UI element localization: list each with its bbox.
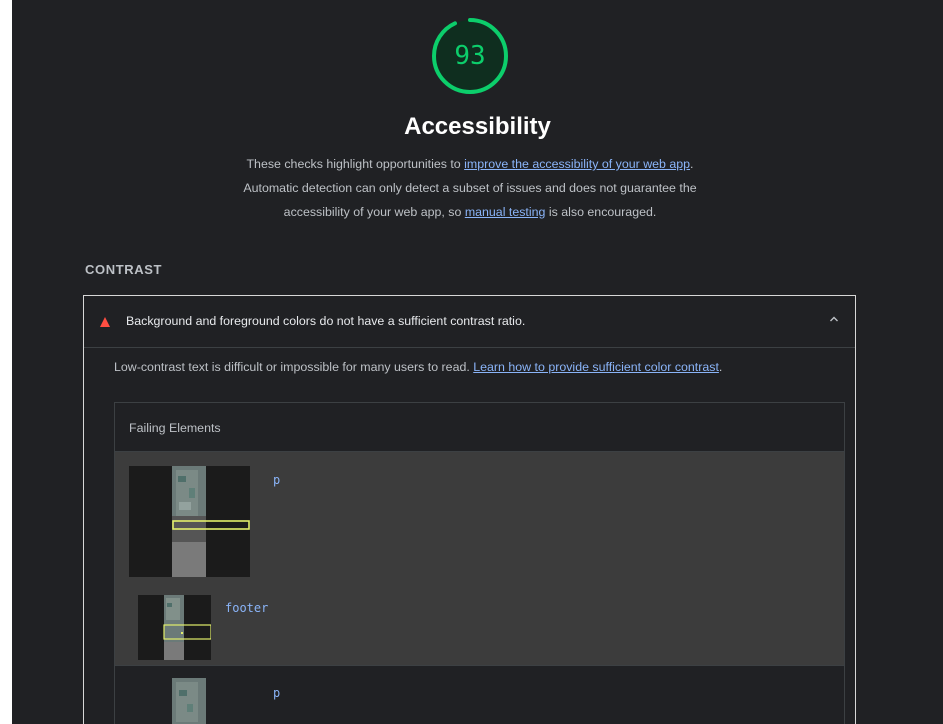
- manual-testing-link[interactable]: manual testing: [465, 205, 546, 219]
- element-screenshot-thumbnail[interactable]: [129, 678, 250, 724]
- chevron-up-icon[interactable]: [827, 312, 841, 326]
- category-desc-text-1: These checks highlight opportunities to: [246, 157, 465, 171]
- element-screenshot-thumbnail[interactable]: [129, 466, 250, 577]
- node-label[interactable]: footer: [225, 601, 268, 615]
- category-desc-text-3: is also encouraged.: [545, 205, 657, 219]
- contrast-learn-more-link[interactable]: Learn how to provide sufficient color co…: [473, 360, 719, 374]
- element-screenshot-thumbnail[interactable]: [138, 595, 211, 660]
- category-description: These checks highlight opportunities to …: [240, 152, 700, 224]
- node-label[interactable]: p: [273, 686, 280, 700]
- audit-desc-text: Low-contrast text is difficult or imposs…: [114, 360, 474, 374]
- left-edge: [0, 0, 12, 724]
- fail-triangle-icon: [100, 317, 110, 327]
- audit-description: Low-contrast text is difficult or imposs…: [114, 360, 722, 374]
- table-row[interactable]: p footer: [115, 452, 844, 665]
- accessibility-guide-link[interactable]: improve the accessibility of your web ap…: [464, 157, 690, 171]
- score-value: 93: [454, 41, 486, 71]
- report-page: 93 Accessibility These checks highlight …: [0, 0, 943, 724]
- table-header-label: Failing Elements: [129, 421, 221, 435]
- audit-title: Background and foreground colors do not …: [126, 314, 526, 328]
- group-title-contrast: CONTRAST: [85, 262, 163, 277]
- audit-desc-end: .: [718, 360, 723, 374]
- failing-elements-table: Failing Elements p footer p: [114, 402, 845, 724]
- audit-header[interactable]: Background and foreground colors do not …: [84, 296, 855, 348]
- category-title: Accessibility: [404, 113, 551, 140]
- score-gauge[interactable]: 93: [430, 16, 510, 96]
- report-content: 93 Accessibility These checks highlight …: [12, 0, 943, 724]
- table-row[interactable]: p: [115, 665, 844, 724]
- node-label[interactable]: p: [273, 473, 280, 487]
- audit-color-contrast: Background and foreground colors do not …: [83, 295, 856, 724]
- table-header: Failing Elements: [115, 403, 844, 452]
